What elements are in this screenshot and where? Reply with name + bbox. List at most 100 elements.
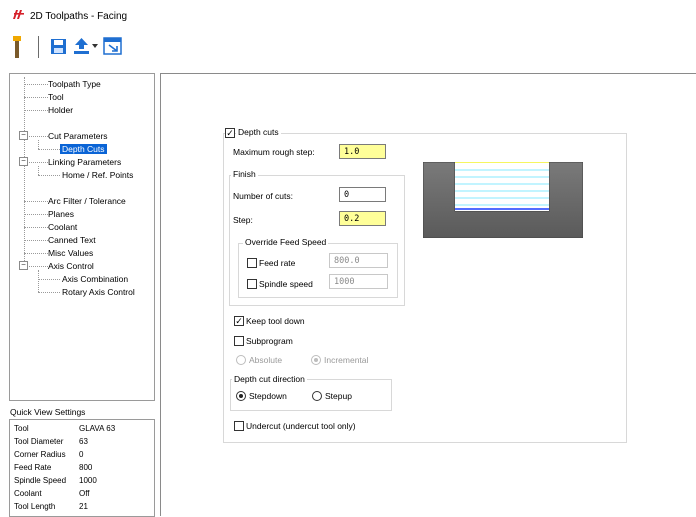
- tree-connector: [24, 77, 25, 267]
- quick-view-key: Coolant: [14, 489, 42, 498]
- incremental-label: Incremental: [324, 355, 369, 365]
- quick-view-row: Coolant Off: [14, 488, 90, 500]
- window-title: 2D Toolpaths - Facing: [30, 11, 128, 22]
- quick-view-key: Tool: [14, 424, 29, 433]
- screen-select-icon[interactable]: [103, 37, 122, 55]
- number-of-cuts-label: Number of cuts:: [233, 191, 293, 201]
- depth-cut-direction-label: Depth cut direction: [232, 374, 307, 385]
- save-icon[interactable]: [50, 38, 67, 55]
- quick-view-row: Tool GLAVA 63: [14, 423, 115, 435]
- tree-connector: [38, 149, 60, 150]
- quick-view-value: 0: [79, 450, 84, 459]
- tree-item-tool[interactable]: Tool: [48, 91, 64, 103]
- tree-item-cut-parameters[interactable]: Cut Parameters: [48, 130, 108, 142]
- tree-item-toolpath-type[interactable]: Toolpath Type: [48, 78, 101, 90]
- quick-view-title: Quick View Settings: [10, 407, 86, 417]
- quick-view-row: Tool Diameter 63: [14, 436, 88, 448]
- depth-cuts-preview: [423, 162, 583, 238]
- subprogram-label: Subprogram: [246, 336, 293, 346]
- tree-item-linking-parameters[interactable]: Linking Parameters: [48, 156, 121, 168]
- tree-connector: [24, 240, 48, 241]
- tree-item-canned-text[interactable]: Canned Text: [48, 234, 96, 246]
- quick-view-value: Off: [79, 489, 90, 498]
- finish-label: Finish: [231, 169, 258, 180]
- tree-connector: [38, 140, 39, 149]
- undercut-checkbox[interactable]: [234, 421, 244, 431]
- toolbar-separator: [38, 36, 39, 58]
- tree-item-coolant[interactable]: Coolant: [48, 221, 77, 233]
- number-of-cuts-input[interactable]: 0: [339, 187, 386, 202]
- spindle-speed-checkbox[interactable]: [247, 279, 257, 289]
- keep-tool-down-label: Keep tool down: [246, 316, 305, 326]
- tree-item-rotary-axis-control[interactable]: Rotary Axis Control: [62, 286, 135, 298]
- undercut-label: Undercut (undercut tool only): [246, 421, 356, 431]
- quick-view-value: GLAVA 63: [79, 424, 116, 433]
- tree-item-misc-values[interactable]: Misc Values: [48, 247, 93, 259]
- app-logo-icon: [13, 10, 24, 19]
- collapse-axis-control-icon[interactable]: −: [19, 261, 28, 270]
- tree-connector: [24, 97, 48, 98]
- tree-item-depth-cuts[interactable]: Depth Cuts: [60, 143, 107, 155]
- step-label: Step:: [233, 215, 253, 225]
- tree-connector: [24, 227, 48, 228]
- quick-view-key: Spindle Speed: [14, 476, 67, 485]
- stepup-radio[interactable]: [312, 391, 322, 401]
- quick-view-value: 63: [79, 437, 88, 446]
- tree-connector: [24, 110, 48, 111]
- incremental-radio[interactable]: [311, 355, 321, 365]
- quick-view-key: Tool Length: [14, 502, 56, 511]
- spindle-speed-input[interactable]: 1000: [329, 274, 388, 289]
- tree-item-depth-cuts-label: Depth Cuts: [60, 144, 107, 154]
- subprogram-checkbox[interactable]: [234, 336, 244, 346]
- parameter-tree: Toolpath Type Tool Holder − Cut Paramete…: [9, 73, 155, 401]
- quick-view-row: Spindle Speed 1000: [14, 475, 97, 487]
- tree-connector: [24, 84, 48, 85]
- feed-rate-input[interactable]: 800.0: [329, 253, 388, 268]
- tree-connector: [24, 201, 48, 202]
- feed-rate-checkbox[interactable]: [247, 258, 257, 268]
- tree-connector: [38, 175, 60, 176]
- quick-view-value: 1000: [79, 476, 97, 485]
- stepdown-radio[interactable]: [236, 391, 246, 401]
- dropdown-icon[interactable]: [92, 44, 98, 49]
- tree-connector: [24, 253, 48, 254]
- depth-cuts-label: Depth cuts: [236, 127, 281, 138]
- override-feed-speed-label: Override Feed Speed: [243, 237, 329, 248]
- quick-view-settings: Tool GLAVA 63 Tool Diameter 63 Corner Radi…: [9, 419, 155, 517]
- tool-icon[interactable]: [12, 36, 22, 58]
- spindle-speed-label: Spindle speed: [259, 279, 313, 289]
- upload-icon[interactable]: [73, 37, 90, 55]
- quick-view-key: Corner Radius: [14, 450, 66, 459]
- stepdown-label: Stepdown: [249, 391, 287, 401]
- tree-connector: [38, 279, 60, 280]
- absolute-label: Absolute: [249, 355, 283, 365]
- main-panel: ✓ Depth cuts Maximum rough step: 1.0 Fin…: [160, 73, 696, 516]
- feed-rate-label: Feed rate: [259, 258, 296, 268]
- collapse-linking-parameters-icon[interactable]: −: [19, 157, 28, 166]
- tree-item-holder[interactable]: Holder: [48, 104, 73, 116]
- quick-view-key: Tool Diameter: [14, 437, 64, 446]
- quick-view-value: 800: [79, 463, 93, 472]
- step-input[interactable]: 0.2: [339, 211, 386, 226]
- depth-cuts-checkbox[interactable]: ✓: [225, 128, 235, 138]
- collapse-cut-parameters-icon[interactable]: −: [19, 131, 28, 140]
- quick-view-value: 21: [79, 502, 88, 511]
- quick-view-key: Feed Rate: [14, 463, 52, 472]
- max-rough-step-input[interactable]: 1.0: [339, 144, 386, 159]
- tree-connector: [38, 166, 39, 175]
- max-rough-step-label: Maximum rough step:: [233, 147, 315, 157]
- quick-view-row: Tool Length 21: [14, 501, 88, 513]
- keep-tool-down-checkbox[interactable]: ✓: [234, 316, 244, 326]
- tree-item-arc-filter[interactable]: Arc Filter / Tolerance: [48, 195, 126, 207]
- stepup-label: Stepup: [325, 391, 352, 401]
- tree-connector: [24, 214, 48, 215]
- absolute-radio[interactable]: [236, 355, 246, 365]
- tree-connector: [38, 292, 60, 293]
- tree-item-home-ref-points[interactable]: Home / Ref. Points: [62, 169, 133, 181]
- tree-item-planes[interactable]: Planes: [48, 208, 74, 220]
- tree-item-axis-control[interactable]: Axis Control: [48, 260, 94, 272]
- quick-view-row: Corner Radius 0: [14, 449, 83, 461]
- tree-item-axis-combination[interactable]: Axis Combination: [62, 273, 128, 285]
- quick-view-row: Feed Rate 800: [14, 462, 92, 474]
- tree-connector: [38, 270, 39, 292]
